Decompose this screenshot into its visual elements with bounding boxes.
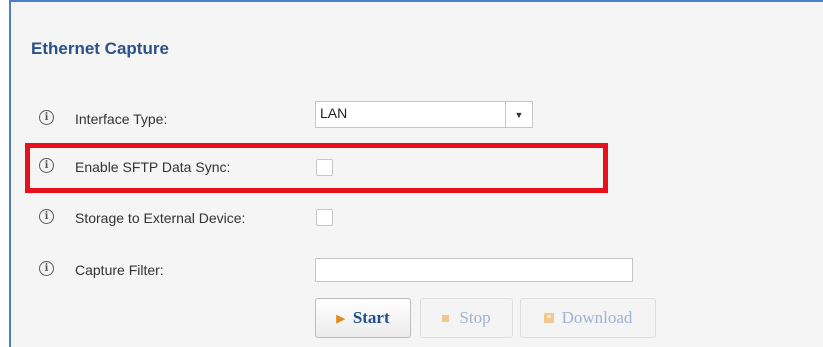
capture-filter-input[interactable] <box>315 258 633 282</box>
download-button-label: Download <box>561 308 633 327</box>
start-button[interactable]: ▶ Start <box>315 298 411 338</box>
capture-filter-label: Capture Filter: <box>75 262 164 278</box>
stop-button-label: Stop <box>459 308 491 327</box>
storage-external-label: Storage to External Device: <box>75 210 246 226</box>
info-icon[interactable]: i <box>39 209 54 224</box>
storage-external-checkbox[interactable] <box>316 209 333 226</box>
interface-type-label: Interface Type: <box>75 111 168 127</box>
ethernet-capture-panel: Ethernet Capture i Interface Type: LAN ▼… <box>9 0 823 347</box>
start-button-label: Start <box>352 308 390 327</box>
stop-icon <box>442 314 450 322</box>
interface-type-select[interactable]: LAN ▼ <box>315 101 533 128</box>
interface-type-value: LAN <box>320 105 348 121</box>
chevron-down-icon[interactable]: ▼ <box>505 102 532 127</box>
info-icon[interactable]: i <box>39 110 54 125</box>
save-icon <box>543 313 554 323</box>
info-icon[interactable]: i <box>39 261 54 276</box>
enable-sftp-sync-checkbox[interactable] <box>316 159 333 176</box>
download-button[interactable]: Download <box>520 298 656 338</box>
info-icon[interactable]: i <box>39 158 54 173</box>
section-title: Ethernet Capture <box>31 39 169 58</box>
play-icon: ▶ <box>336 312 345 325</box>
enable-sftp-sync-label: Enable SFTP Data Sync: <box>75 159 231 175</box>
stop-button[interactable]: Stop <box>420 298 513 338</box>
